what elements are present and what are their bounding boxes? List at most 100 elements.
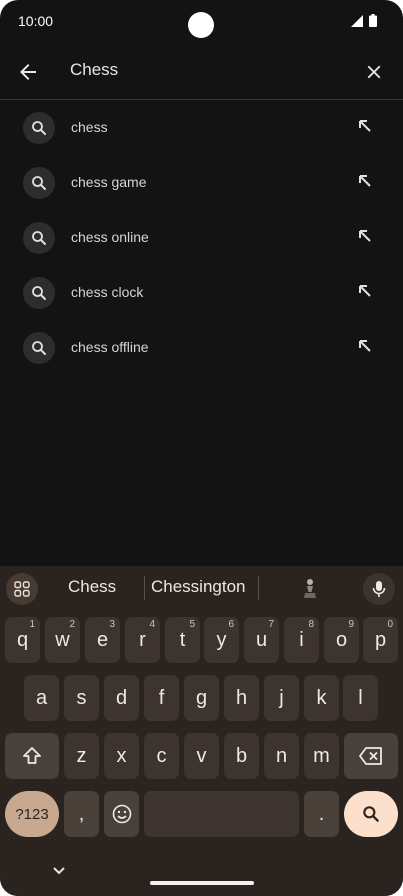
key-label: n <box>275 744 288 767</box>
key-x[interactable]: x <box>104 733 139 779</box>
backspace-key[interactable] <box>344 733 398 779</box>
camera-cutout <box>188 12 214 38</box>
key-o[interactable]: o9 <box>324 617 359 663</box>
divider <box>0 99 403 100</box>
key-label: b <box>235 744 248 767</box>
key-label: j <box>279 686 284 709</box>
key-q[interactable]: q1 <box>5 617 40 663</box>
key-u[interactable]: u7 <box>244 617 279 663</box>
key-g[interactable]: g <box>184 675 219 721</box>
key-label: p <box>374 628 387 651</box>
key-h[interactable]: h <box>224 675 259 721</box>
key-label: e <box>96 628 109 651</box>
key-label: f <box>158 686 165 709</box>
key-hint: 6 <box>228 619 234 630</box>
fill-query-arrow-icon[interactable] <box>357 118 375 136</box>
key-d[interactable]: d <box>104 675 139 721</box>
key-label: w <box>55 628 70 651</box>
search-bar: Chess <box>0 44 403 99</box>
suggestion-text: chess <box>71 119 108 135</box>
phone-screen: 10:00 Chess chess chess game chess onlin… <box>0 0 403 896</box>
status-icons <box>351 14 377 27</box>
key-v[interactable]: v <box>184 733 219 779</box>
key-f[interactable]: f <box>144 675 179 721</box>
key-label: t <box>179 628 186 651</box>
shift-key[interactable] <box>5 733 59 779</box>
key-l[interactable]: l <box>343 675 378 721</box>
status-time: 10:00 <box>18 13 54 29</box>
status-bar: 10:00 <box>0 0 403 44</box>
emoji-key[interactable] <box>104 791 139 837</box>
key-i[interactable]: i8 <box>284 617 319 663</box>
suggestion-item[interactable]: chess clock <box>0 267 403 319</box>
key-hint: 7 <box>268 619 274 630</box>
key-label: d <box>115 686 128 709</box>
key-hint: 5 <box>189 619 195 630</box>
key-a[interactable]: a <box>24 675 59 721</box>
key-label: v <box>196 744 207 767</box>
key-z[interactable]: z <box>64 733 99 779</box>
apps-grid-icon[interactable] <box>6 573 38 605</box>
search-action-key[interactable] <box>344 791 398 837</box>
key-e[interactable]: e3 <box>85 617 120 663</box>
key-m[interactable]: m <box>304 733 339 779</box>
key-label: h <box>235 686 248 709</box>
symbols-key[interactable]: ?123 <box>5 791 59 837</box>
search-icon <box>23 112 55 144</box>
key-b[interactable]: b <box>224 733 259 779</box>
key-c[interactable]: c <box>144 733 179 779</box>
chess-pawn-emoji-icon[interactable] <box>302 578 318 600</box>
key-label: . <box>318 802 325 825</box>
search-query-text[interactable]: Chess <box>70 60 118 80</box>
fill-query-arrow-icon[interactable] <box>357 228 375 246</box>
battery-icon <box>369 14 377 27</box>
key-k[interactable]: k <box>304 675 339 721</box>
word-suggestion[interactable]: Chess <box>68 577 116 597</box>
word-suggestion[interactable]: Chessington <box>151 577 246 597</box>
search-icon <box>23 222 55 254</box>
suggestion-item[interactable]: chess <box>0 102 403 154</box>
key-s[interactable]: s <box>64 675 99 721</box>
key-y[interactable]: y6 <box>204 617 239 663</box>
period-key[interactable]: . <box>304 791 339 837</box>
clear-icon[interactable] <box>363 61 385 83</box>
key-hint: 2 <box>69 619 75 630</box>
key-j[interactable]: j <box>264 675 299 721</box>
search-icon <box>363 806 379 822</box>
key-label: y <box>216 628 227 651</box>
key-p[interactable]: p0 <box>363 617 398 663</box>
search-icon <box>23 167 55 199</box>
key-t[interactable]: t5 <box>165 617 200 663</box>
keyboard-suggestion-strip: Chess Chessington <box>0 566 403 610</box>
space-bar[interactable] <box>144 791 299 837</box>
key-label: l <box>358 686 363 709</box>
key-label: u <box>255 628 268 651</box>
key-w[interactable]: w2 <box>45 617 80 663</box>
key-r[interactable]: r4 <box>125 617 160 663</box>
fill-query-arrow-icon[interactable] <box>357 338 375 356</box>
key-label: g <box>195 686 208 709</box>
suggestion-text: chess offline <box>71 339 149 355</box>
suggestion-text: chess online <box>71 229 149 245</box>
gesture-nav-bar[interactable] <box>150 881 254 885</box>
key-label: , <box>78 802 85 825</box>
key-n[interactable]: n <box>264 733 299 779</box>
key-hint: 4 <box>149 619 155 630</box>
key-label: m <box>313 744 330 767</box>
microphone-icon[interactable] <box>363 573 395 605</box>
chevron-down-icon[interactable] <box>50 864 68 878</box>
emoji-smile-icon <box>112 804 131 824</box>
comma-key[interactable]: , <box>64 791 99 837</box>
fill-query-arrow-icon[interactable] <box>357 283 375 301</box>
key-label: i <box>299 628 304 651</box>
suggestion-item[interactable]: chess game <box>0 157 403 209</box>
suggestion-item[interactable]: chess online <box>0 212 403 264</box>
key-label: q <box>16 628 29 651</box>
key-label: r <box>139 628 146 651</box>
suggestion-item[interactable]: chess offline <box>0 322 403 374</box>
search-icon <box>23 332 55 364</box>
back-arrow-icon[interactable] <box>16 60 40 84</box>
fill-query-arrow-icon[interactable] <box>357 173 375 191</box>
key-label: a <box>35 686 48 709</box>
search-icon <box>23 277 55 309</box>
